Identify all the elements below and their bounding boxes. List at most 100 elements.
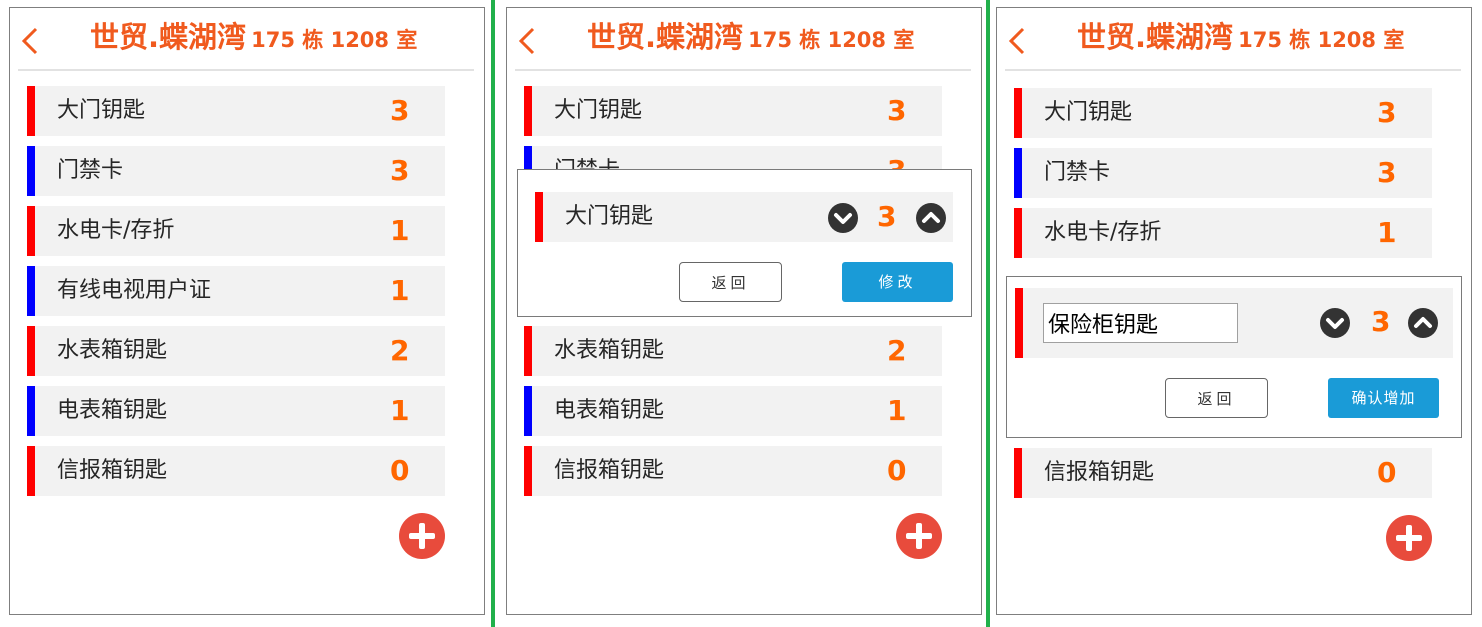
item-count: 0 — [390, 454, 410, 487]
item-color-bar — [1014, 448, 1022, 498]
list-item[interactable]: 电表箱钥匙 1 — [27, 386, 445, 436]
increase-chevron-up-icon[interactable] — [1408, 308, 1438, 338]
list-item[interactable]: 大门钥匙 3 — [524, 86, 942, 136]
item-count: 2 — [390, 334, 410, 367]
back-chevron-icon[interactable] — [513, 26, 543, 56]
back-chevron-icon[interactable] — [1003, 26, 1033, 56]
item-label: 大门钥匙 — [57, 98, 146, 123]
item-count: 1 — [390, 214, 410, 247]
edit-item-row: 大门钥匙 3 — [535, 192, 953, 242]
page-title: 世贸.蝶湖湾 175 栋 1208 室 — [587, 20, 914, 59]
item-label: 水电卡/存折 — [57, 218, 175, 243]
item-color-bar — [27, 386, 35, 436]
list-item[interactable]: 大门钥匙 3 — [1014, 88, 1432, 138]
item-label: 水电卡/存折 — [1044, 220, 1162, 245]
item-label: 大门钥匙 — [554, 98, 643, 123]
item-color-bar — [1015, 288, 1023, 358]
list-item[interactable]: 水表箱钥匙 2 — [27, 326, 445, 376]
item-color-bar — [27, 146, 35, 196]
modify-button[interactable]: 修改 — [842, 262, 953, 302]
header-divider — [1005, 69, 1461, 71]
item-color-bar — [1014, 208, 1022, 258]
add-item-plus-icon[interactable] — [399, 513, 445, 559]
edit-item-count: 3 — [877, 200, 897, 233]
item-color-bar — [27, 266, 35, 316]
back-button[interactable]: 返回 — [1165, 378, 1268, 418]
page-title: 世贸.蝶湖湾 175 栋 1208 室 — [90, 20, 417, 59]
new-item-count: 3 — [1371, 305, 1391, 338]
item-count: 3 — [390, 154, 410, 187]
item-count: 1 — [1377, 216, 1397, 249]
item-label: 电表箱钥匙 — [57, 398, 168, 423]
item-count: 3 — [390, 94, 410, 127]
item-color-bar — [27, 86, 35, 136]
item-count: 1 — [887, 394, 907, 427]
item-color-bar — [1014, 88, 1022, 138]
list-item[interactable]: 电表箱钥匙 1 — [524, 386, 942, 436]
item-label: 信报箱钥匙 — [57, 458, 168, 483]
item-label: 水表箱钥匙 — [554, 338, 665, 363]
screen-key-list: 世贸.蝶湖湾 175 栋 1208 室 大门钥匙 3 门禁卡 3 水电卡/存折 1 有… — [9, 7, 485, 615]
header-divider — [18, 69, 474, 71]
title-estate-name: 世贸.蝶湖湾 — [1077, 20, 1234, 54]
item-color-bar — [27, 326, 35, 376]
item-label: 大门钥匙 — [1044, 100, 1133, 125]
header-divider — [515, 69, 971, 71]
item-color-bar — [27, 206, 35, 256]
edit-item-dialog: 大门钥匙 3 返回 修改 — [517, 169, 972, 317]
item-color-bar — [535, 192, 543, 242]
confirm-add-button[interactable]: 确认增加 — [1328, 378, 1439, 418]
list-item[interactable]: 信报箱钥匙 0 — [1014, 448, 1432, 498]
list-item[interactable]: 信报箱钥匙 0 — [524, 446, 942, 496]
item-color-bar — [524, 446, 532, 496]
list-item[interactable]: 水表箱钥匙 2 — [524, 326, 942, 376]
add-item-plus-icon[interactable] — [896, 513, 942, 559]
title-unit: 175 栋 1208 室 — [1238, 28, 1405, 52]
list-item[interactable]: 有线电视用户证 1 — [27, 266, 445, 316]
item-count: 1 — [390, 394, 410, 427]
item-color-bar — [524, 386, 532, 436]
item-color-bar — [524, 86, 532, 136]
list-item[interactable]: 门禁卡 3 — [1014, 148, 1432, 198]
increase-chevron-up-icon[interactable] — [916, 203, 946, 233]
list-item[interactable]: 大门钥匙 3 — [27, 86, 445, 136]
item-count: 3 — [887, 94, 907, 127]
item-label: 信报箱钥匙 — [1044, 460, 1155, 485]
add-item-plus-icon[interactable] — [1386, 515, 1432, 561]
back-button[interactable]: 返回 — [679, 262, 782, 302]
screen-divider — [491, 0, 495, 627]
item-label: 电表箱钥匙 — [554, 398, 665, 423]
item-label: 有线电视用户证 — [57, 278, 212, 303]
page-title: 世贸.蝶湖湾 175 栋 1208 室 — [1077, 20, 1404, 59]
new-item-row: 3 — [1015, 288, 1453, 358]
item-count: 0 — [887, 454, 907, 487]
add-item-dialog: 3 返回 确认增加 — [1006, 276, 1462, 438]
title-estate-name: 世贸.蝶湖湾 — [587, 20, 744, 54]
decrease-chevron-down-icon[interactable] — [828, 203, 858, 233]
decrease-chevron-down-icon[interactable] — [1320, 308, 1350, 338]
list-item[interactable]: 信报箱钥匙 0 — [27, 446, 445, 496]
item-name-input[interactable] — [1043, 303, 1238, 343]
item-count: 2 — [887, 334, 907, 367]
item-label: 门禁卡 — [1044, 160, 1111, 185]
item-label: 门禁卡 — [57, 158, 124, 183]
item-label: 信报箱钥匙 — [554, 458, 665, 483]
title-unit: 175 栋 1208 室 — [748, 28, 915, 52]
title-unit: 175 栋 1208 室 — [251, 28, 418, 52]
item-color-bar — [27, 446, 35, 496]
edit-item-label: 大门钥匙 — [565, 204, 654, 229]
back-chevron-icon[interactable] — [16, 26, 46, 56]
screen-divider — [986, 0, 990, 627]
screen-edit-item: 世贸.蝶湖湾 175 栋 1208 室 大门钥匙3 门禁卡3 水表箱钥匙2 电表… — [506, 7, 982, 615]
item-count: 0 — [1377, 456, 1397, 489]
list-item[interactable]: 门禁卡 3 — [27, 146, 445, 196]
list-item[interactable]: 水电卡/存折 1 — [1014, 208, 1432, 258]
item-color-bar — [524, 326, 532, 376]
title-estate-name: 世贸.蝶湖湾 — [90, 20, 247, 54]
screen-add-item: 世贸.蝶湖湾 175 栋 1208 室 大门钥匙 3 门禁卡 3 水电卡/存折 1 信… — [996, 7, 1472, 615]
item-count: 1 — [390, 274, 410, 307]
item-color-bar — [1014, 148, 1022, 198]
item-label: 水表箱钥匙 — [57, 338, 168, 363]
item-count: 3 — [1377, 96, 1397, 129]
list-item[interactable]: 水电卡/存折 1 — [27, 206, 445, 256]
